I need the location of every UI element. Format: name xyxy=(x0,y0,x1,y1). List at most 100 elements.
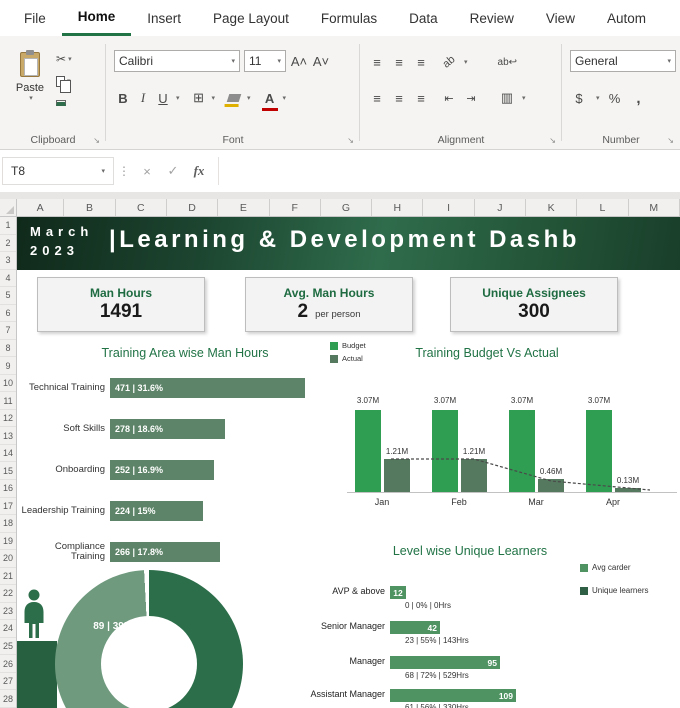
row-header-2[interactable]: 2 xyxy=(0,235,16,253)
row-header-28[interactable]: 28 xyxy=(0,690,16,708)
clipboard-dialog-launcher[interactable]: ↘ xyxy=(93,136,100,145)
tab-file[interactable]: File xyxy=(8,0,62,36)
comma-style-icon[interactable]: , xyxy=(630,87,648,109)
alignment-dialog-launcher[interactable]: ↘ xyxy=(549,136,556,145)
font-size-select[interactable]: 11 ▾ xyxy=(244,50,286,72)
wrap-text-icon[interactable]: ab↩ xyxy=(498,51,518,73)
row-header-18[interactable]: 18 xyxy=(0,515,16,533)
column-header-L[interactable]: L xyxy=(577,199,629,216)
row-header-23[interactable]: 23 xyxy=(0,603,16,621)
fill-color-dropdown-icon[interactable]: ▾ xyxy=(247,94,251,102)
row-header-7[interactable]: 7 xyxy=(0,322,16,340)
row-header-13[interactable]: 13 xyxy=(0,427,16,445)
orientation-dropdown-icon[interactable]: ▾ xyxy=(464,58,468,66)
paste-dropdown-icon[interactable]: ▾ xyxy=(29,94,33,102)
font-color-dropdown-icon[interactable]: ▾ xyxy=(283,94,287,102)
column-header-H[interactable]: H xyxy=(372,199,424,216)
row-header-4[interactable]: 4 xyxy=(0,270,16,288)
font-dialog-launcher[interactable]: ↘ xyxy=(347,136,354,145)
row-header-12[interactable]: 12 xyxy=(0,410,16,428)
tab-data[interactable]: Data xyxy=(393,0,454,36)
copy-button[interactable]: ▾ xyxy=(54,70,100,93)
align-middle-icon[interactable]: ≡ xyxy=(390,51,408,73)
name-box[interactable]: T8 ▾ xyxy=(2,157,114,185)
row-header-14[interactable]: 14 xyxy=(0,445,16,463)
percent-style-icon[interactable]: % xyxy=(606,87,624,109)
enter-icon[interactable]: ✓ xyxy=(160,163,186,179)
column-header-F[interactable]: F xyxy=(270,199,321,216)
tab-page-layout[interactable]: Page Layout xyxy=(197,0,305,36)
tab-automate[interactable]: Autom xyxy=(591,0,662,36)
align-left-icon[interactable]: ≡ xyxy=(368,87,386,109)
donut-chart[interactable] xyxy=(55,570,243,708)
row-header-16[interactable]: 16 xyxy=(0,480,16,498)
formula-input[interactable] xyxy=(218,157,680,185)
column-header-I[interactable]: I xyxy=(423,199,475,216)
column-header-G[interactable]: G xyxy=(321,199,373,216)
row-header-11[interactable]: 11 xyxy=(0,392,16,410)
orientation-icon[interactable]: ab xyxy=(435,48,463,76)
column-header-C[interactable]: C xyxy=(116,199,167,216)
row-header-26[interactable]: 26 xyxy=(0,655,16,673)
level-bar-avp[interactable]: 12 xyxy=(390,586,406,599)
tab-view[interactable]: View xyxy=(530,0,591,36)
align-top-icon[interactable]: ≡ xyxy=(368,51,386,73)
row-header-9[interactable]: 9 xyxy=(0,357,16,375)
align-center-icon[interactable]: ≡ xyxy=(390,87,408,109)
align-bottom-icon[interactable]: ≡ xyxy=(412,51,430,73)
borders-icon[interactable]: ⊞ xyxy=(190,87,208,109)
row-header-19[interactable]: 19 xyxy=(0,533,16,551)
align-right-icon[interactable]: ≡ xyxy=(412,87,430,109)
row-header-27[interactable]: 27 xyxy=(0,673,16,691)
accounting-format-icon[interactable]: $ xyxy=(570,87,588,109)
merge-center-icon[interactable]: ▥ xyxy=(498,87,516,109)
area-bar-leadership-training[interactable]: 224 | 15% xyxy=(110,501,203,521)
row-header-1[interactable]: 1 xyxy=(0,217,16,235)
row-header-17[interactable]: 17 xyxy=(0,498,16,516)
font-color-icon[interactable]: A xyxy=(261,87,279,111)
row-header-25[interactable]: 25 xyxy=(0,638,16,656)
italic-icon[interactable]: I xyxy=(134,87,152,109)
area-bar-compliance-training[interactable]: 266 | 17.8% xyxy=(110,542,220,562)
row-header-8[interactable]: 8 xyxy=(0,340,16,358)
tab-formulas[interactable]: Formulas xyxy=(305,0,393,36)
row-header-3[interactable]: 3 xyxy=(0,252,16,270)
number-format-select[interactable]: General ▾ xyxy=(570,50,676,72)
accounting-dropdown-icon[interactable]: ▾ xyxy=(596,94,600,102)
underline-dropdown-icon[interactable]: ▾ xyxy=(176,94,180,102)
column-header-D[interactable]: D xyxy=(167,199,219,216)
area-bar-onboarding[interactable]: 252 | 16.9% xyxy=(110,460,214,480)
level-bar-manager[interactable]: 95 xyxy=(390,656,500,669)
column-header-A[interactable]: A xyxy=(17,199,65,216)
level-bar-assistant-manager[interactable]: 109 xyxy=(390,689,516,702)
tab-home[interactable]: Home xyxy=(61,0,132,36)
cut-button[interactable]: ✂ ▾ xyxy=(54,48,100,70)
row-header-22[interactable]: 22 xyxy=(0,585,16,603)
area-bar-technical-training[interactable]: 471 | 31.6% xyxy=(110,378,305,398)
select-all-corner[interactable] xyxy=(0,199,17,217)
column-header-J[interactable]: J xyxy=(475,199,527,216)
decrease-font-size-icon[interactable]: A˅ xyxy=(312,50,330,72)
column-header-M[interactable]: M xyxy=(629,199,680,216)
font-name-select[interactable]: Calibri ▾ xyxy=(114,50,240,72)
row-header-15[interactable]: 15 xyxy=(0,462,16,480)
area-bar-soft-skills[interactable]: 278 | 18.6% xyxy=(110,419,225,439)
number-dialog-launcher[interactable]: ↘ xyxy=(667,136,674,145)
insert-function-icon[interactable]: fx xyxy=(186,163,212,179)
bold-icon[interactable]: B xyxy=(114,87,132,109)
increase-font-size-icon[interactable]: A˄ xyxy=(290,50,308,72)
underline-icon[interactable]: U xyxy=(154,87,172,109)
column-header-E[interactable]: E xyxy=(218,199,270,216)
row-header-24[interactable]: 24 xyxy=(0,620,16,638)
decrease-indent-icon[interactable]: ⇤ xyxy=(440,87,458,109)
row-header-20[interactable]: 20 xyxy=(0,550,16,568)
row-header-5[interactable]: 5 xyxy=(0,287,16,305)
worksheet-canvas[interactable]: March 2023 |Learning & Development Dashb… xyxy=(17,217,680,708)
column-header-B[interactable]: B xyxy=(64,199,116,216)
merge-dropdown-icon[interactable]: ▾ xyxy=(522,94,526,102)
cancel-icon[interactable]: × xyxy=(134,164,160,179)
format-painter-button[interactable] xyxy=(54,92,100,114)
row-header-21[interactable]: 21 xyxy=(0,568,16,586)
increase-indent-icon[interactable]: ⇥ xyxy=(462,87,480,109)
level-bar-senior-manager[interactable]: 42 xyxy=(390,621,440,634)
